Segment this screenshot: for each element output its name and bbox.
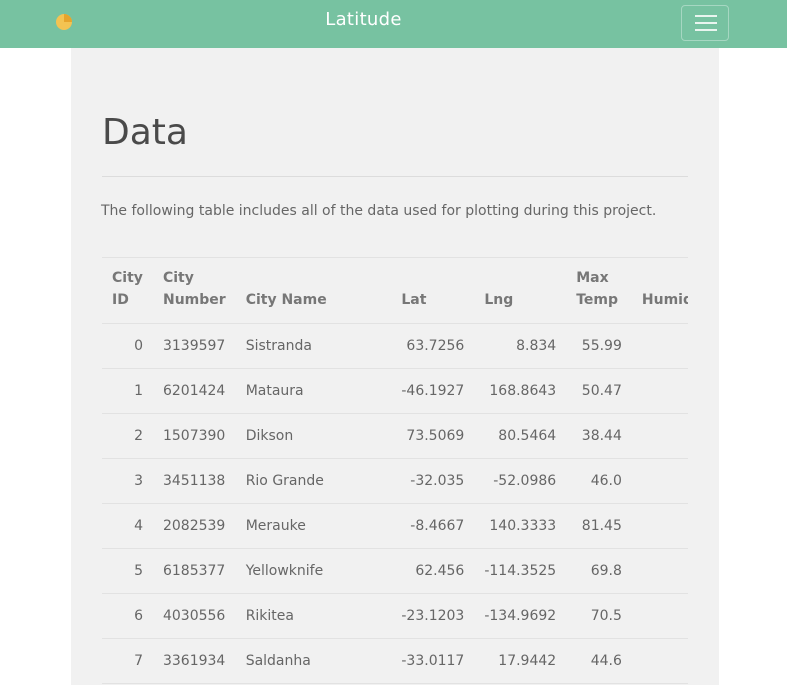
table-row: 6 4030556 Rikitea -23.1203 -134.9692 70.5: [102, 593, 688, 639]
cell-max-temp: 81.45: [566, 503, 632, 549]
cell-city-name: Mataura: [235, 368, 392, 414]
divider: [102, 176, 688, 177]
cell-lng: -134.9692: [474, 593, 567, 639]
cell-city-name: Yellowknife: [235, 548, 392, 594]
cell-city-name: Saldanha: [235, 638, 392, 684]
data-table-container[interactable]: City ID City Number City Name Lat Lng Ma…: [102, 257, 688, 684]
cell-humidity: [631, 638, 688, 684]
cell-max-temp: 70.5: [566, 593, 632, 639]
cell-city-id: 0: [102, 323, 153, 369]
header-lat: Lat: [391, 257, 475, 324]
cell-lat: -32.035: [391, 458, 475, 504]
table-row: 4 2082539 Merauke -8.4667 140.3333 81.45: [102, 503, 688, 549]
table-row: 1 6201424 Mataura -46.1927 168.8643 50.47: [102, 368, 688, 414]
cell-city-number: 6185377: [152, 548, 236, 594]
cell-lng: 80.5464: [474, 413, 567, 459]
cell-lng: 17.9442: [474, 638, 567, 684]
navbar: Latitude: [0, 0, 787, 48]
cell-city-number: 1507390: [152, 413, 236, 459]
cell-lng: -114.3525: [474, 548, 567, 594]
cell-lat: -33.0117: [391, 638, 475, 684]
cell-city-id: 7: [102, 638, 153, 684]
table-row: 3 3451138 Rio Grande -32.035 -52.0986 46.0: [102, 458, 688, 504]
cell-city-id: 1: [102, 368, 153, 414]
table-header-row: City ID City Number City Name Lat Lng Ma…: [102, 257, 688, 324]
cell-city-id: 5: [102, 548, 153, 594]
cell-max-temp: 55.99: [566, 323, 632, 369]
cell-humidity: [631, 593, 688, 639]
table-row: 5 6185377 Yellowknife 62.456 -114.3525 69.8: [102, 548, 688, 594]
cell-lat: -23.1203: [391, 593, 475, 639]
cell-lng: 168.8643: [474, 368, 567, 414]
cell-lng: 8.834: [474, 323, 567, 369]
cell-max-temp: 38.44: [566, 413, 632, 459]
cell-city-id: 4: [102, 503, 153, 549]
cell-lng: 140.3333: [474, 503, 567, 549]
table-row: 2 1507390 Dikson 73.5069 80.5464 38.44: [102, 413, 688, 459]
cell-city-number: 3361934: [152, 638, 236, 684]
cell-city-name: Rio Grande: [235, 458, 392, 504]
cell-lat: 63.7256: [391, 323, 475, 369]
header-humidity: Humid: [631, 257, 688, 324]
cell-humidity: 1: [631, 323, 688, 369]
table-row: 7 3361934 Saldanha -33.0117 17.9442 44.6: [102, 638, 688, 684]
header-city-id: City ID: [102, 257, 153, 324]
cell-city-name: Rikitea: [235, 593, 392, 639]
cell-humidity: [631, 368, 688, 414]
brand-title[interactable]: Latitude: [0, 9, 727, 30]
cell-lng: -52.0986: [474, 458, 567, 504]
cell-max-temp: 69.8: [566, 548, 632, 594]
cell-city-number: 3139597: [152, 323, 236, 369]
cell-city-id: 2: [102, 413, 153, 459]
cell-city-number: 2082539: [152, 503, 236, 549]
table-body: 03139597Sistranda63.72568.83455.99116201…: [102, 323, 688, 684]
cell-lat: -46.1927: [391, 368, 475, 414]
cell-humidity: [631, 458, 688, 504]
cell-city-number: 4030556: [152, 593, 236, 639]
cell-max-temp: 46.0: [566, 458, 632, 504]
header-max-temp: Max Temp: [566, 257, 632, 324]
cell-city-number: 6201424: [152, 368, 236, 414]
cell-max-temp: 44.6: [566, 638, 632, 684]
cell-humidity: [631, 413, 688, 459]
content-panel: Data The following table includes all of…: [71, 48, 719, 685]
cell-city-name: Dikson: [235, 413, 392, 459]
cell-city-number: 3451138: [152, 458, 236, 504]
cell-humidity: [631, 548, 688, 594]
header-city-name: City Name: [235, 257, 392, 324]
cell-city-name: Sistranda: [235, 323, 392, 369]
cell-city-id: 3: [102, 458, 153, 504]
data-table: City ID City Number City Name Lat Lng Ma…: [102, 257, 688, 684]
cell-city-name: Merauke: [235, 503, 392, 549]
cell-lat: 73.5069: [391, 413, 475, 459]
cell-lat: -8.4667: [391, 503, 475, 549]
cell-city-id: 6: [102, 593, 153, 639]
hamburger-menu-icon[interactable]: [681, 5, 729, 41]
cell-humidity: [631, 503, 688, 549]
header-city-number: City Number: [152, 257, 236, 324]
page-title: Data: [102, 112, 188, 153]
header-lng: Lng: [474, 257, 567, 324]
cell-max-temp: 50.47: [566, 368, 632, 414]
intro-text: The following table includes all of the …: [101, 203, 657, 219]
table-row: 03139597Sistranda63.72568.83455.991: [102, 323, 688, 369]
cell-lat: 62.456: [391, 548, 475, 594]
